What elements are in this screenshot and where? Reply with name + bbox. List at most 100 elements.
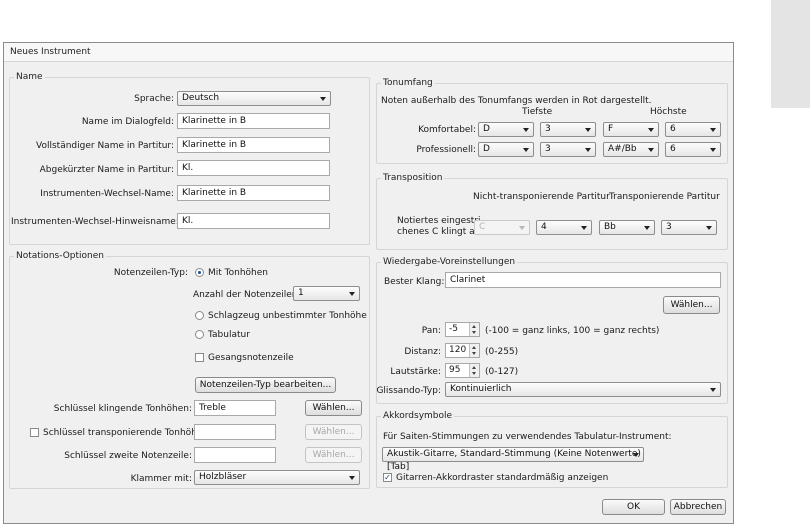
edit-staff-type-button[interactable]: Notenzeilen-Typ bearbeiten... [195, 377, 336, 393]
clef-second-input[interactable] [194, 447, 276, 463]
clef-transposing-label: Schlüssel transponierende Tonhöhen: [43, 428, 212, 438]
guitar-grid-label: Gitarren-Akkordraster standardmäßig anze… [396, 473, 609, 483]
full-name-label: Vollständiger Name in Partitur: [36, 141, 174, 151]
glissando-label: Glissando-Typ: [376, 386, 441, 396]
clef-concert-label: Schlüssel klingende Tonhöhen: [53, 404, 192, 414]
comfortable-high-note-select[interactable]: F [603, 122, 659, 137]
percussion-radio[interactable] [195, 311, 204, 320]
chevron-down-icon [581, 226, 587, 230]
professional-high-note-select[interactable]: A#/Bb [603, 142, 659, 157]
best-sound-label: Bester Klang: [384, 277, 445, 287]
best-sound-input[interactable]: Clarinet [445, 272, 721, 288]
chevron-down-icon [633, 453, 639, 457]
cancel-button[interactable]: Abbrechen [670, 499, 726, 515]
volume-spinner[interactable]: 95 [445, 363, 480, 378]
tab-instrument-label: Für Saiten-Stimmungen zu verwendendes Ta… [383, 432, 672, 442]
new-instrument-dialog: Neues Instrument Name Sprache: Deutsch N… [3, 42, 734, 524]
professional-high-octave-select[interactable]: 6 [665, 142, 721, 157]
chevron-down-icon [585, 148, 591, 152]
guitar-grid-checkbox[interactable]: ✓ [383, 473, 392, 482]
clef-concert-input[interactable]: Treble [194, 400, 276, 416]
distance-spinner[interactable]: 120 [445, 343, 480, 358]
name-group-title: Name [14, 72, 45, 82]
chevron-down-icon [523, 148, 529, 152]
highest-header: Höchste [650, 107, 687, 117]
pitched-radio[interactable] [195, 268, 204, 277]
lowest-header: Tiefste [522, 107, 553, 117]
pan-hint: (-100 = ganz links, 100 = ganz rechts) [485, 326, 660, 336]
clef-transposing-input[interactable] [194, 424, 276, 440]
non-transposing-header: Nicht-transponierende Partitur [473, 192, 610, 202]
sound-choose-button[interactable]: Wählen... [663, 296, 720, 314]
spin-arrows-icon[interactable] [469, 364, 479, 377]
distance-hint: (0-255) [485, 347, 519, 357]
playback-group-title: Wiedergabe-Voreinstellungen [381, 257, 518, 267]
written-c-label-line2: chenes C klingt als: [397, 227, 485, 237]
chevron-down-icon [710, 128, 716, 132]
chevron-down-icon [320, 97, 326, 101]
vocal-staff-checkbox[interactable] [195, 353, 204, 362]
range-description: Noten außerhalb des Tonumfangs werden in… [381, 96, 652, 106]
distance-label: Distanz: [404, 347, 441, 357]
chevron-down-icon [349, 476, 355, 480]
pan-label: Pan: [421, 326, 441, 336]
dialog-title: Neues Instrument [10, 47, 91, 57]
comfortable-low-octave-select[interactable]: 3 [540, 122, 596, 137]
bracket-select[interactable]: Holzbläser [194, 470, 360, 485]
volume-label: Lautstärke: [390, 367, 441, 377]
professional-low-note-select[interactable]: D [478, 142, 534, 157]
professional-label: Professionell: [416, 145, 476, 155]
chevron-down-icon [648, 148, 654, 152]
clef-second-choose-button[interactable]: Wählen... [305, 447, 362, 463]
clef-transposing-checkbox[interactable] [30, 428, 39, 437]
comfortable-label: Komfortabel: [418, 125, 476, 135]
clef-transposing-choose-button[interactable]: Wählen... [305, 424, 362, 440]
chevron-down-icon [644, 226, 650, 230]
change-hint-label: Instrumenten-Wechsel-Hinweisname: [11, 217, 179, 227]
language-select[interactable]: Deutsch [177, 91, 331, 106]
chord-symbols-group-title: Akkordsymbole [381, 411, 455, 421]
tab-instrument-select[interactable]: Akustik-Gitarre, Standard-Stimmung (Kein… [382, 447, 644, 472]
transposing-note-select[interactable]: Bb [599, 220, 655, 235]
non-transposing-octave-select[interactable]: 4 [536, 220, 592, 235]
change-hint-input[interactable]: Kl. [177, 213, 330, 229]
dialog-name-label: Name im Dialogfeld: [81, 117, 174, 127]
ok-button[interactable]: OK [602, 499, 665, 515]
language-label: Sprache: [134, 94, 174, 104]
chevron-down-icon [710, 148, 716, 152]
professional-low-octave-select[interactable]: 3 [540, 142, 596, 157]
title-bar: Neues Instrument [4, 43, 733, 62]
num-staves-select[interactable]: 1 [293, 286, 360, 301]
clef-concert-choose-button[interactable]: Wählen... [305, 400, 362, 416]
transposing-header: Transponierende Partitur [609, 192, 720, 202]
change-name-input[interactable]: Klarinette in B [177, 185, 330, 201]
glissando-select[interactable]: Kontinuierlich [445, 382, 721, 397]
vocal-staff-label: Gesangsnotenzeile [208, 353, 294, 363]
spin-arrows-icon[interactable] [469, 323, 479, 336]
short-name-input[interactable]: Kl. [177, 160, 330, 176]
transposition-group-title: Transposition [381, 173, 445, 183]
chevron-down-icon [648, 128, 654, 132]
chevron-down-icon [710, 388, 716, 392]
tablature-radio[interactable] [195, 330, 204, 339]
background-side-panel [771, 0, 810, 108]
percussion-label: Schlagzeug unbestimmter Tonhöhe [208, 311, 367, 321]
comfortable-low-note-select[interactable]: D [478, 122, 534, 137]
change-name-label: Instrumenten-Wechsel-Name: [40, 189, 174, 199]
volume-hint: (0-127) [485, 367, 519, 377]
comfortable-high-octave-select[interactable]: 6 [665, 122, 721, 137]
num-staves-label: Anzahl der Notenzeilen: [193, 290, 301, 300]
transposing-octave-select[interactable]: 3 [661, 220, 717, 235]
written-c-label-line1: Notiertes eingestri- [397, 216, 484, 226]
non-transposing-note-select[interactable]: C [474, 220, 530, 235]
range-group-title: Tonumfang [381, 78, 435, 88]
chevron-down-icon [519, 226, 525, 230]
dialog-name-input[interactable]: Klarinette in B [177, 113, 330, 129]
spin-arrows-icon[interactable] [469, 344, 479, 357]
clef-second-label: Schlüssel zweite Notenzeile: [64, 451, 192, 461]
staff-type-label: Notenzeilen-Typ: [113, 268, 188, 278]
pan-spinner[interactable]: -5 [445, 322, 480, 337]
bracket-label: Klammer mit: [130, 474, 192, 484]
pitched-label: Mit Tonhöhen [208, 268, 268, 278]
full-name-input[interactable]: Klarinette in B [177, 137, 330, 153]
